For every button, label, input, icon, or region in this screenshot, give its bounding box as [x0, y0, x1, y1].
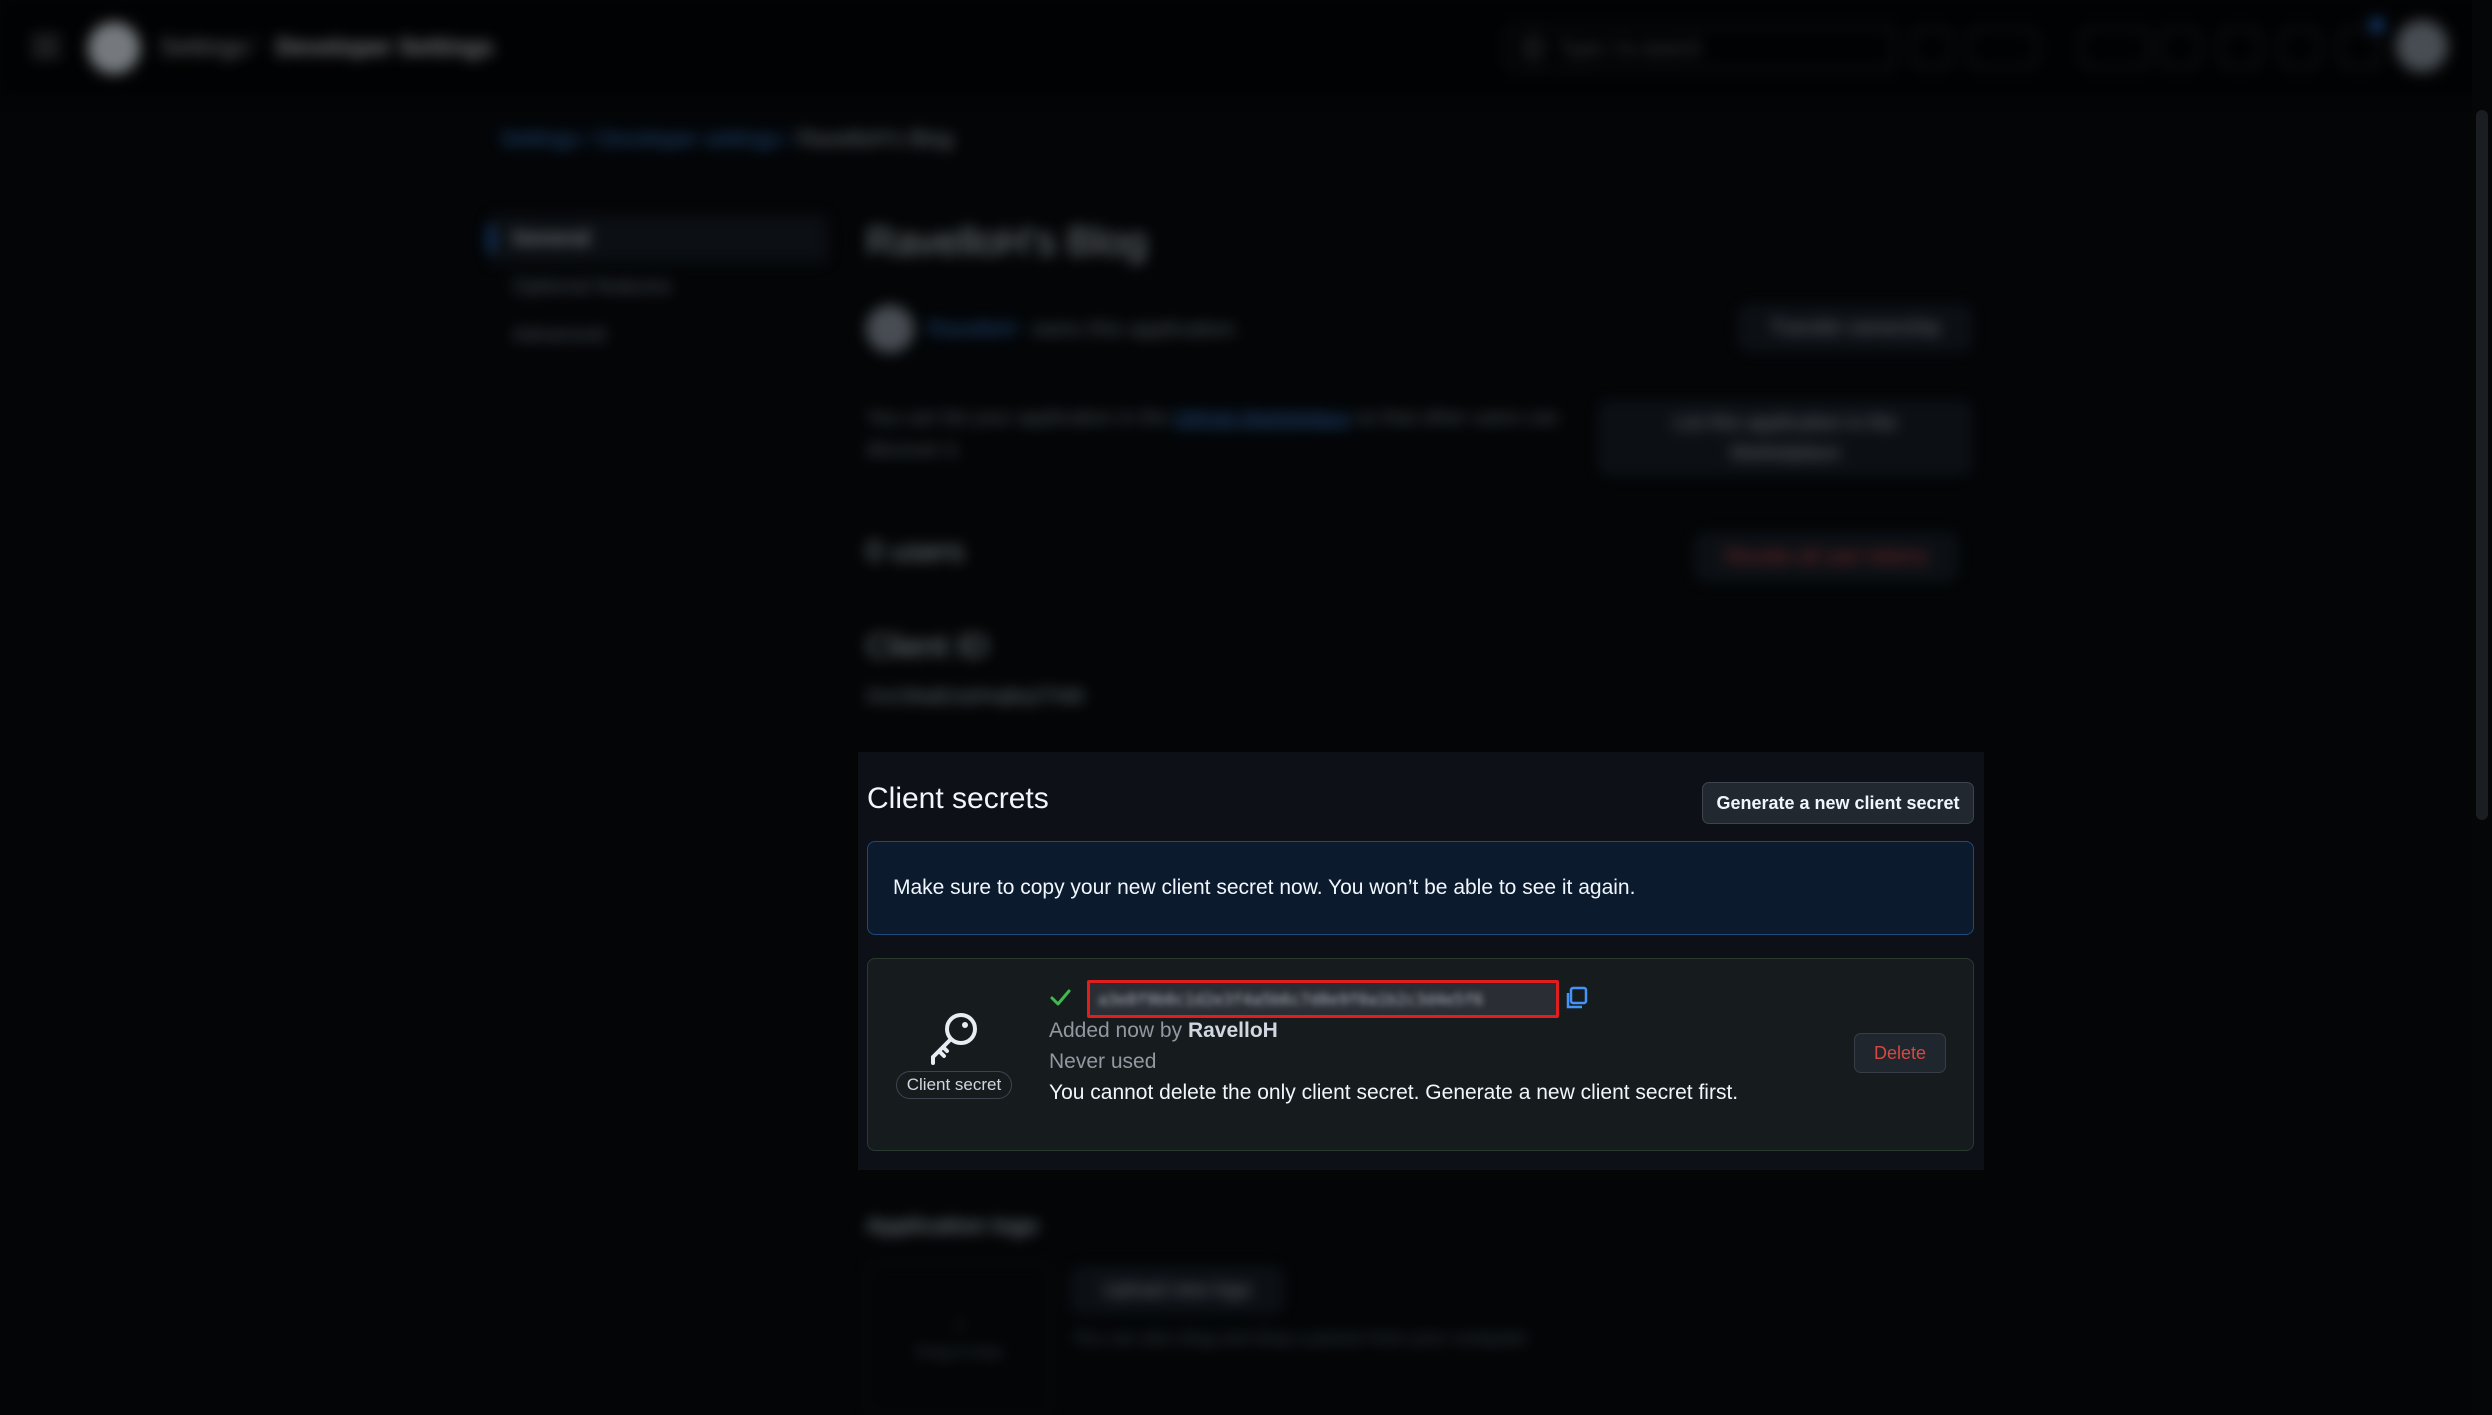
upload-logo-button[interactable]: Upload new logo	[1072, 1268, 1282, 1312]
list-marketplace-button[interactable]: List this application in the Marketplace	[1600, 402, 1970, 474]
breadcrumb-current: RavelloH's Blog	[798, 126, 954, 151]
discussions-icon[interactable]	[2220, 28, 2260, 68]
generate-client-secret-button[interactable]: Generate a new client secret	[1702, 782, 1974, 824]
search-placeholder: Type / to search	[1559, 38, 1702, 60]
client-secrets-title: Client secrets	[867, 782, 1049, 815]
logo-heading: Application logo	[866, 1213, 1039, 1238]
client-secrets-panel: Client secrets Generate a new client sec…	[858, 752, 1984, 1170]
key-icon	[931, 1013, 977, 1065]
create-new-icon[interactable]	[1968, 28, 2038, 68]
check-icon	[1050, 989, 1071, 1006]
user-avatar[interactable]	[2396, 20, 2448, 72]
owner-link[interactable]: RavelloH	[928, 316, 1017, 342]
drop-label: Drag & drop	[915, 1343, 1003, 1361]
search-icon	[1523, 38, 1543, 58]
users-count: 0 users	[866, 535, 965, 568]
client-secret-label: Client secret	[895, 1071, 1013, 1099]
issues-icon[interactable]	[2080, 28, 2150, 68]
notification-dot	[2370, 18, 2384, 32]
logo-hint: You can also drag and drop a picture fro…	[1072, 1328, 1531, 1348]
client-id-heading: Client ID	[866, 628, 989, 664]
breadcrumb: Settings / Developer settings / RavelloH…	[500, 126, 953, 152]
global-search-input[interactable]: Type / to search	[1505, 26, 1895, 70]
sidebar-item-general[interactable]: General	[488, 215, 828, 263]
revoke-tokens-button[interactable]: Revoke all user tokens	[1696, 534, 1956, 580]
topbar-separator: /	[250, 32, 257, 59]
client-secret-badge: Client secret	[892, 1009, 1016, 1099]
topbar-crumb-developer[interactable]: Developer Settings	[276, 34, 493, 62]
scrollbar-thumb[interactable]	[2476, 110, 2488, 820]
client-id-value: Ov23liaB2a0HqBq3TNl8	[866, 686, 1084, 708]
owner-suffix: owns this application.	[1031, 316, 1241, 341]
breadcrumb-sep: /	[585, 126, 592, 151]
hamburger-menu-icon[interactable]	[32, 36, 60, 58]
topbar-crumb-settings[interactable]: Settings	[160, 34, 247, 62]
usage-status: Never used	[1049, 1050, 1157, 1073]
sidebar: General Optional features Advanced	[488, 215, 828, 359]
copy-secret-flash-message: Make sure to copy your new client secret…	[867, 841, 1974, 935]
transfer-ownership-button[interactable]: Transfer ownership	[1740, 306, 1970, 350]
upload-icon: ⇪	[952, 1317, 966, 1335]
marketplace-link[interactable]: GitHub Marketplace	[1173, 407, 1350, 429]
page-title: RavelloH's Blog	[866, 220, 1148, 264]
client-secret-value-box[interactable]: a3e8f9b0c1d2e3f4a5b6c7d8e9f0a1b2c3d4e5f6	[1087, 980, 1559, 1018]
copy-icon[interactable]	[1564, 985, 1590, 1011]
breadcrumb-sep: /	[786, 126, 793, 151]
sidebar-item-advanced[interactable]: Advanced	[488, 311, 828, 359]
copilot-icon[interactable]	[1912, 28, 1952, 68]
added-by-text: Added now by RavelloH	[1049, 1019, 1278, 1043]
added-by-user: RavelloH	[1187, 1019, 1278, 1042]
added-prefix: Added now by	[1049, 1019, 1183, 1042]
owner-row: RavelloH owns this application.	[866, 305, 1240, 353]
flash-text: Make sure to copy your new client secret…	[893, 876, 1636, 899]
blurred-background: Settings / Developer Settings Type / to …	[0, 0, 2492, 1415]
repositories-icon[interactable]	[2280, 28, 2320, 68]
notifications-icon[interactable]	[2340, 28, 2380, 68]
delete-secret-button[interactable]: Delete	[1854, 1033, 1946, 1073]
client-secret-value: a3e8f9b0c1d2e3f4a5b6c7d8e9f0a1b2c3d4e5f6	[1098, 990, 1484, 1009]
breadcrumb-developer[interactable]: Developer settings	[598, 126, 780, 151]
sidebar-item-optional-features[interactable]: Optional features	[488, 263, 828, 311]
delete-restriction-note: You cannot delete the only client secret…	[1049, 1081, 1739, 1104]
client-secret-card: Client secret a3e8f9b0c1d2e3f4a5b6c7d8e9…	[867, 958, 1974, 1151]
marketplace-text-a: You can list your application in the	[866, 407, 1168, 429]
pull-requests-icon[interactable]	[2160, 28, 2200, 68]
breadcrumb-settings[interactable]: Settings	[500, 126, 580, 151]
owner-avatar	[866, 305, 914, 353]
top-navigation-bar: Settings / Developer Settings Type / to …	[0, 0, 2492, 96]
logo-drop-zone[interactable]: ⇪ Drag & drop	[866, 1262, 1052, 1415]
github-logo-icon[interactable]	[88, 22, 140, 74]
marketplace-text: You can list your application in the Git…	[866, 402, 1596, 466]
